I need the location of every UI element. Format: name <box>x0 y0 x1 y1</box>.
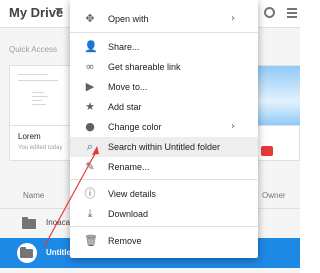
context-menu: ✥ Open with › 👤 Share... ∞ Get shareable… <box>70 0 258 258</box>
palette-icon: ● <box>85 120 95 133</box>
rename-icon: ✎ <box>85 160 95 173</box>
menu-item-label: Add star <box>108 102 142 112</box>
menu-item-label: Rename... <box>108 162 150 172</box>
document-preview <box>10 66 79 126</box>
link-icon: ∞ <box>85 60 95 73</box>
menu-item-view-details[interactable]: ⓘ View details <box>70 184 258 204</box>
menu-item-label: Change color <box>108 122 162 132</box>
menu-item-label: Download <box>108 209 149 219</box>
folder-icon <box>20 247 33 258</box>
selected-folder-badge <box>17 243 37 263</box>
download-icon: ⤓ <box>87 207 93 220</box>
menu-item-move-to[interactable]: ▶ Move to... <box>70 77 258 97</box>
folder-icon <box>22 217 36 229</box>
chevron-right-icon: › <box>231 13 235 24</box>
menu-divider <box>70 226 258 227</box>
quick-access-label: Quick Access <box>9 45 58 54</box>
menu-item-label: Share... <box>108 42 140 52</box>
menu-item-label: View details <box>108 189 156 199</box>
menu-item-share[interactable]: 👤 Share... <box>70 37 258 57</box>
menu-item-label: Search within Untitled folder <box>108 142 221 152</box>
card-subtitle: You edited today <box>18 145 63 151</box>
trash-icon: 🗑 <box>84 234 98 247</box>
info-icon: ⓘ <box>84 187 96 200</box>
menu-item-rename[interactable]: ✎ Rename... <box>70 157 258 177</box>
image-preview <box>256 66 300 126</box>
move-folder-icon: ▶ <box>85 80 95 93</box>
menu-item-get-link[interactable]: ∞ Get shareable link <box>70 57 258 77</box>
menu-item-add-star[interactable]: ★ Add star <box>70 97 258 117</box>
settings-icon[interactable] <box>264 7 275 18</box>
image-file-icon <box>261 146 273 156</box>
share-person-icon: 👤 <box>84 40 98 53</box>
menu-item-open-with[interactable]: ✥ Open with › <box>70 9 258 29</box>
menu-item-download[interactable]: ⤓ Download <box>70 204 258 224</box>
open-with-icon: ✥ <box>85 12 95 25</box>
grid-view-icon[interactable] <box>287 7 297 18</box>
chevron-down-icon[interactable] <box>55 8 63 13</box>
menu-divider <box>70 179 258 180</box>
card-title: Lorem <box>18 132 41 141</box>
column-header-name[interactable]: Name <box>23 191 44 200</box>
menu-item-label: Open with <box>108 14 149 24</box>
quick-access-card-image[interactable] <box>255 65 300 161</box>
star-icon: ★ <box>85 100 95 113</box>
menu-divider <box>70 32 258 33</box>
search-icon: ⌕ <box>86 140 94 153</box>
column-header-owner[interactable]: Owner <box>262 191 286 200</box>
menu-item-change-color[interactable]: ● Change color › <box>70 117 258 137</box>
chevron-right-icon: › <box>231 121 235 132</box>
menu-item-remove[interactable]: 🗑 Remove <box>70 231 258 251</box>
menu-item-label: Get shareable link <box>108 62 181 72</box>
menu-item-label: Remove <box>108 236 142 246</box>
menu-item-search-within[interactable]: ⌕ Search within Untitled folder <box>70 137 258 157</box>
menu-item-label: Move to... <box>108 82 148 92</box>
